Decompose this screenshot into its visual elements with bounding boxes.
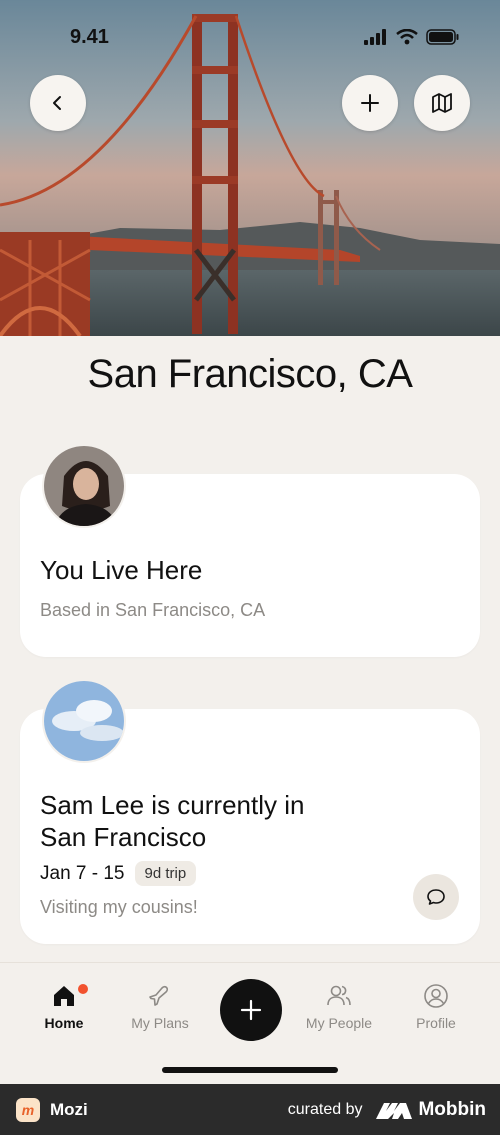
message-button[interactable]	[413, 874, 459, 920]
trip-dates-row: Jan 7 - 15 9d trip	[40, 861, 197, 886]
app-name: Mozi	[50, 1099, 88, 1119]
status-icons	[364, 29, 460, 45]
plus-icon	[361, 94, 379, 112]
map-icon	[432, 93, 452, 113]
nav-item-my-plans[interactable]: My Plans	[112, 983, 208, 1031]
signal-icon	[364, 29, 386, 45]
app-attribution: m Mozi	[16, 1097, 88, 1122]
card-title: You Live Here	[40, 555, 203, 585]
nav-item-home[interactable]: Home	[16, 983, 112, 1031]
card-title: Sam Lee is currently in	[40, 790, 305, 820]
nav-label: Home	[44, 1015, 84, 1031]
mozi-logo-icon: m	[16, 1097, 40, 1122]
trip-dates: Jan 7 - 15	[40, 862, 125, 884]
attribution-bar: m Mozi curated by Mobbin	[0, 1084, 500, 1135]
card-subtitle: Based in San Francisco, CA	[40, 600, 266, 620]
chevron-left-icon	[53, 96, 61, 110]
nav-item-my-people[interactable]: My People	[291, 983, 387, 1031]
nav-item-profile[interactable]: Profile	[388, 983, 484, 1031]
nav-label: Profile	[416, 1015, 456, 1031]
plus-icon	[240, 999, 262, 1021]
home-icon	[54, 986, 74, 1006]
nav-label: My People	[305, 1015, 373, 1031]
mobbin-brand: Mobbin	[376, 1099, 486, 1121]
home-indicator	[162, 1067, 338, 1073]
back-button[interactable]	[30, 75, 86, 131]
screen: 9.41 San Francisco, CA You Live Here Bas…	[0, 0, 500, 1135]
plane-icon	[149, 985, 169, 1006]
mobbin-name: Mobbin	[418, 1098, 486, 1120]
chat-bubble-icon	[427, 889, 445, 905]
hero-image: 9.41	[0, 0, 500, 336]
status-time: 9.41	[70, 25, 109, 48]
page-title: San Francisco, CA	[87, 352, 413, 396]
map-button[interactable]	[414, 75, 470, 131]
user-photo	[44, 446, 124, 526]
bottom-navigation: Home My Plans My People Profile	[0, 962, 500, 1084]
card-title: San Francisco	[40, 822, 207, 852]
create-button[interactable]	[220, 979, 282, 1041]
curator-attribution: curated by Mobbin	[288, 1099, 486, 1121]
status-bar: 9.41	[0, 0, 500, 74]
wifi-icon	[396, 29, 418, 45]
battery-icon	[426, 29, 459, 45]
trip-length-badge: 9d trip	[134, 861, 197, 886]
nav-label: My Plans	[131, 1015, 189, 1031]
sky-avatar-photo	[44, 681, 124, 761]
curated-by-label: curated by	[287, 1100, 363, 1118]
avatar[interactable]	[42, 444, 126, 528]
notification-dot	[78, 984, 88, 994]
add-button[interactable]	[342, 75, 398, 131]
trip-note: Visiting my cousins!	[40, 897, 198, 917]
people-icon	[327, 985, 351, 1006]
mobbin-logo-icon	[376, 1102, 413, 1119]
profile-icon	[424, 984, 448, 1008]
avatar[interactable]	[42, 679, 126, 763]
